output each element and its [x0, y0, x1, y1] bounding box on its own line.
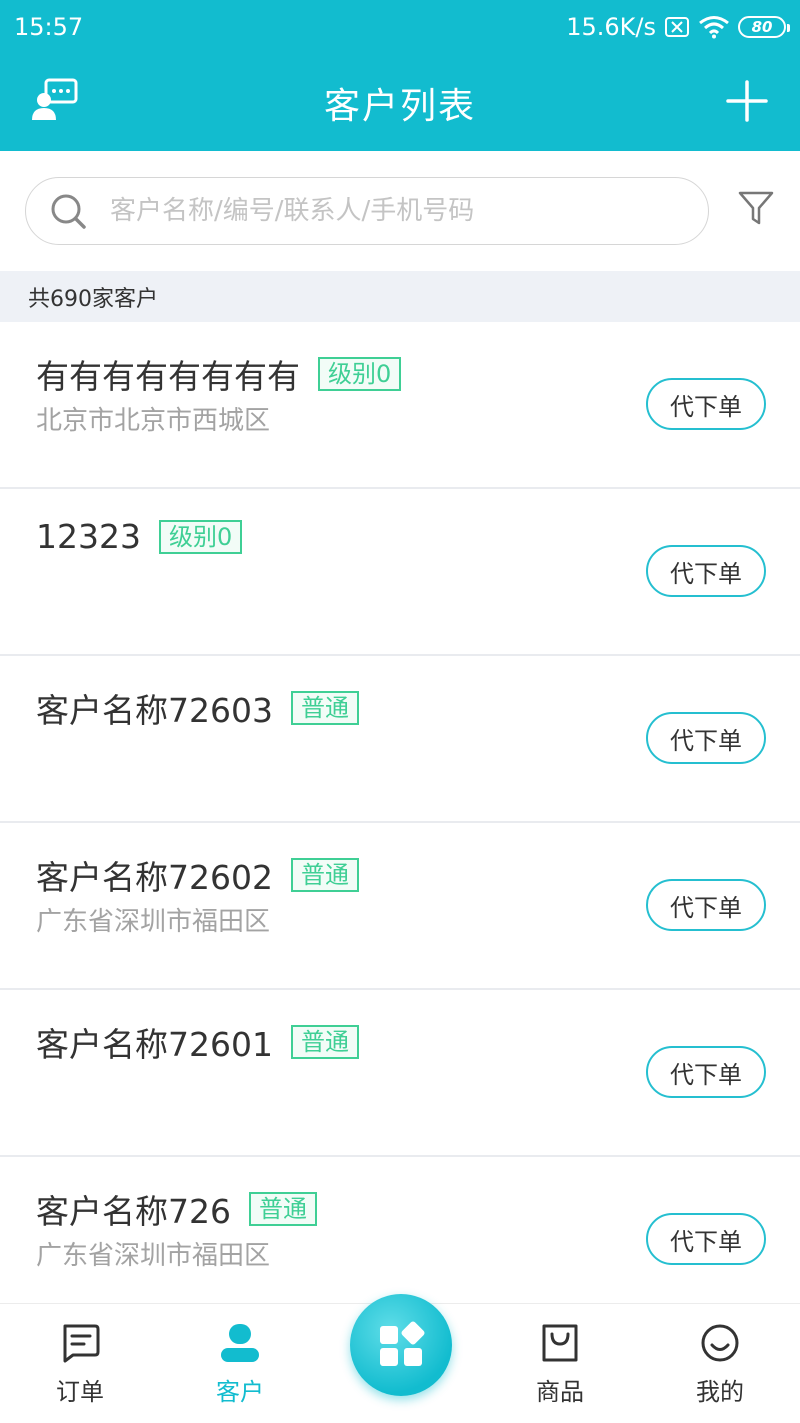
level-tag: 普通: [290, 691, 359, 725]
top-bar: 15:57 15.6K/s 80 客户列表: [0, 0, 800, 151]
customer-name: 客户名称72601: [36, 1025, 273, 1064]
customer-name: 客户名称726: [36, 1192, 231, 1231]
tab-customers[interactable]: 客户: [180, 1322, 300, 1412]
tab-mine[interactable]: 我的: [660, 1322, 780, 1412]
customer-name: 有有有有有有有有: [36, 357, 300, 396]
level-tag: 普通: [290, 858, 359, 892]
place-order-button[interactable]: 代下单: [646, 712, 766, 764]
battery-level: 80: [751, 18, 773, 36]
nav-bar: 客户列表: [0, 54, 800, 151]
status-time: 15:57: [14, 13, 84, 41]
battery-icon: 80: [738, 16, 790, 38]
sim-off-icon: [665, 17, 689, 37]
apps-button[interactable]: [350, 1294, 452, 1396]
status-bar: 15:57 15.6K/s 80: [0, 0, 800, 54]
customer-list: 有有有有有有有有 级别0 北京市北京市西城区 代下单 12323 级别0 代下单…: [0, 322, 800, 1324]
place-order-button[interactable]: 代下单: [646, 879, 766, 931]
search-input[interactable]: [110, 196, 690, 226]
network-speed: 15.6K/s: [566, 13, 656, 41]
customer-name: 客户名称72602: [36, 858, 273, 897]
tab-label: 商品: [536, 1378, 584, 1406]
filter-icon[interactable]: [738, 189, 774, 227]
customer-count: 共690家客户: [0, 271, 800, 322]
customer-name-row: 12323 级别0: [36, 517, 243, 556]
customer-name-row: 客户名称72601 普通: [36, 1018, 359, 1066]
customer-address: 广东省深圳市福田区: [36, 1241, 271, 1271]
customer-name: 客户名称72603: [36, 691, 273, 730]
tab-products[interactable]: 商品: [500, 1322, 620, 1412]
customer-name-row: 有有有有有有有有 级别0: [36, 350, 402, 398]
wifi-icon: [699, 16, 729, 39]
customer-name-row: 客户名称726 普通: [36, 1185, 317, 1233]
search-box[interactable]: [25, 177, 709, 245]
tab-label: 我的: [696, 1378, 744, 1406]
customer-icon: [221, 1324, 259, 1362]
customer-name-row: 客户名称72602 普通: [36, 851, 359, 899]
customer-row[interactable]: 客户名称72601 普通 代下单: [0, 990, 800, 1157]
plus-icon[interactable]: [726, 80, 768, 122]
customer-row[interactable]: 12323 级别0 代下单: [0, 489, 800, 656]
order-icon: [63, 1324, 100, 1363]
customer-row[interactable]: 有有有有有有有有 级别0 北京市北京市西城区 代下单: [0, 322, 800, 489]
tab-label: 客户: [216, 1378, 264, 1406]
smile-icon: [701, 1324, 739, 1362]
page-title: 客户列表: [323, 85, 476, 127]
customer-row[interactable]: 客户名称72602 普通 广东省深圳市福田区 代下单: [0, 823, 800, 990]
apps-icon: [380, 1321, 425, 1366]
place-order-button[interactable]: 代下单: [646, 545, 766, 597]
customer-name: 12323: [36, 517, 141, 556]
level-tag: 普通: [290, 1025, 359, 1059]
place-order-button[interactable]: 代下单: [646, 378, 766, 430]
customer-address: 北京市北京市西城区: [36, 406, 271, 436]
customer-row[interactable]: 客户名称72603 普通 代下单: [0, 656, 800, 823]
tab-orders[interactable]: 订单: [20, 1322, 140, 1412]
bag-icon: [542, 1324, 578, 1362]
bottom-tab-bar: 订单 客户 商品 我的: [0, 1294, 800, 1423]
chat-users-icon[interactable]: [32, 78, 78, 122]
place-order-button[interactable]: 代下单: [646, 1213, 766, 1265]
tab-label: 订单: [56, 1378, 104, 1406]
customer-name-row: 客户名称72603 普通: [36, 684, 359, 732]
level-tag: 级别0: [158, 519, 243, 554]
customer-address: 广东省深圳市福田区: [36, 907, 271, 937]
search-icon: [51, 194, 86, 229]
place-order-button[interactable]: 代下单: [646, 1046, 766, 1098]
level-tag: 普通: [249, 1192, 317, 1226]
status-right: 15.6K/s 80: [566, 13, 790, 41]
level-tag: 级别0: [318, 357, 402, 391]
search-area: [0, 151, 800, 271]
